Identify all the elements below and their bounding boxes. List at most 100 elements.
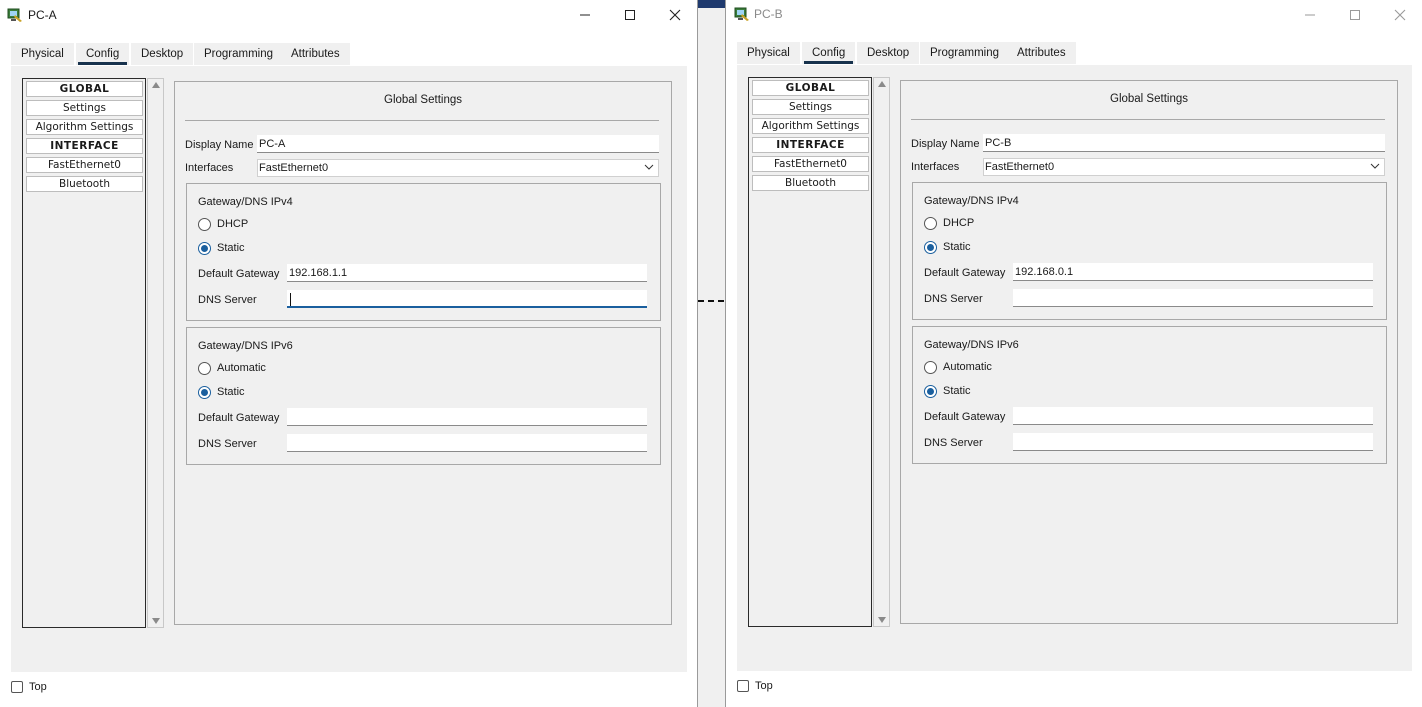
ipv4-static-radio[interactable] [198, 241, 211, 255]
sidebar-item-settings[interactable]: Settings [752, 99, 869, 115]
top-checkbox-row[interactable]: Top [737, 680, 773, 692]
divider [185, 120, 659, 121]
minimize-icon [580, 14, 590, 16]
scroll-up-icon[interactable] [152, 82, 160, 88]
minimize-button[interactable] [562, 0, 608, 30]
packet-tracer-pc-icon [7, 8, 22, 22]
close-button[interactable] [652, 0, 697, 30]
ipv6-static-option[interactable]: Static [924, 383, 971, 399]
divider [911, 119, 1385, 120]
global-settings-panel: Global Settings Display Name PC-B Interf… [900, 80, 1398, 624]
window-title: PC-A [28, 8, 57, 22]
close-button[interactable] [1377, 0, 1422, 30]
packet-tracer-pc-icon [734, 7, 749, 21]
tab-physical[interactable]: Physical [737, 42, 800, 64]
sidebar-item-interface[interactable]: INTERFACE [752, 137, 869, 153]
ipv4-dns-label: DNS Server [924, 293, 983, 305]
ipv4-static-label: Static [943, 241, 971, 253]
top-checkbox-label: Top [755, 680, 773, 692]
sidebar-item-settings[interactable]: Settings [26, 100, 143, 116]
sidebar-item-algorithm-settings[interactable]: Algorithm Settings [26, 119, 143, 135]
dhcp-radio[interactable] [924, 216, 937, 230]
ipv4-static-option[interactable]: Static [924, 239, 971, 255]
sidebar-item-global[interactable]: GLOBAL [26, 81, 143, 97]
ipv4-static-label: Static [217, 242, 245, 254]
chevron-down-icon [1370, 163, 1380, 169]
ipv6-dns-input[interactable] [1013, 433, 1373, 451]
ipv4-gateway-label: Default Gateway [924, 267, 1006, 279]
ipv4-group-title: Gateway/DNS IPv4 [198, 196, 293, 208]
ipv4-dns-input[interactable] [1013, 289, 1373, 307]
tab-desktop[interactable]: Desktop [131, 43, 194, 65]
ipv4-dns-input[interactable] [287, 290, 647, 308]
workspace-backdrop [698, 0, 725, 707]
tab-attributes[interactable]: Attributes [1007, 42, 1076, 64]
dhcp-option[interactable]: DHCP [198, 216, 248, 232]
display-name-label: Display Name [911, 138, 980, 150]
automatic-label: Automatic [217, 362, 266, 374]
ipv6-gateway-input[interactable] [1013, 407, 1373, 425]
pc-a-window: PC-A Physical Config Desktop Programming… [0, 0, 698, 707]
global-settings-panel: Global Settings Display Name PC-A Interf… [174, 81, 672, 625]
ipv4-gateway-input[interactable]: 192.168.1.1 [287, 264, 647, 282]
display-name-input[interactable]: PC-A [257, 135, 659, 153]
workspace-toolbar-strip [698, 0, 725, 8]
minimize-button[interactable] [1287, 0, 1333, 30]
ipv6-static-radio[interactable] [198, 385, 211, 399]
scroll-down-icon[interactable] [878, 617, 886, 623]
automatic-radio[interactable] [198, 361, 211, 375]
tab-desktop[interactable]: Desktop [857, 42, 920, 64]
maximize-button[interactable] [607, 0, 653, 30]
tab-attributes[interactable]: Attributes [281, 43, 350, 65]
close-icon [669, 9, 681, 21]
tab-bar: Physical Config Desktop Programming Attr… [11, 43, 686, 67]
window-title: PC-B [754, 7, 783, 21]
tab-config[interactable]: Config [76, 43, 130, 65]
tab-programming[interactable]: Programming [920, 42, 1010, 64]
title-bar[interactable]: PC-A [0, 0, 697, 30]
scroll-down-icon[interactable] [152, 618, 160, 624]
ipv6-dns-label: DNS Server [924, 437, 983, 449]
sidebar-item-fastethernet0[interactable]: FastEthernet0 [26, 157, 143, 173]
ipv4-static-radio[interactable] [924, 240, 937, 254]
ipv4-static-option[interactable]: Static [198, 240, 245, 256]
scroll-up-icon[interactable] [878, 81, 886, 87]
tab-bar: Physical Config Desktop Programming Attr… [737, 42, 1411, 66]
ipv6-static-option[interactable]: Static [198, 384, 245, 400]
interfaces-select[interactable]: FastEthernet0 [983, 158, 1385, 176]
ipv6-static-radio[interactable] [924, 384, 937, 398]
dhcp-label: DHCP [217, 218, 249, 230]
sidebar-scrollbar[interactable] [147, 78, 164, 628]
automatic-radio[interactable] [924, 360, 937, 374]
interfaces-select[interactable]: FastEthernet0 [257, 159, 659, 177]
ipv6-gateway-input[interactable] [287, 408, 647, 426]
tab-physical[interactable]: Physical [11, 43, 74, 65]
sidebar-item-bluetooth[interactable]: Bluetooth [752, 175, 869, 191]
top-checkbox[interactable] [11, 681, 23, 693]
sidebar-scrollbar[interactable] [873, 77, 890, 627]
ipv6-group-title: Gateway/DNS IPv6 [198, 340, 293, 352]
ipv6-dns-input[interactable] [287, 434, 647, 452]
sidebar-item-global[interactable]: GLOBAL [752, 80, 869, 96]
config-sidebar: GLOBAL Settings Algorithm Settings INTER… [22, 78, 146, 628]
title-bar[interactable]: PC-B [726, 0, 1422, 30]
config-sidebar: GLOBAL Settings Algorithm Settings INTER… [748, 77, 872, 627]
tab-config[interactable]: Config [802, 42, 856, 64]
sidebar-item-fastethernet0[interactable]: FastEthernet0 [752, 156, 869, 172]
display-name-input[interactable]: PC-B [983, 134, 1385, 152]
dhcp-option[interactable]: DHCP [924, 215, 974, 231]
top-checkbox[interactable] [737, 680, 749, 692]
automatic-option[interactable]: Automatic [198, 360, 266, 376]
ipv6-group: Gateway/DNS IPv6 Automatic Static Defaul… [186, 327, 661, 465]
display-name-label: Display Name [185, 139, 254, 151]
top-checkbox-row[interactable]: Top [11, 681, 47, 693]
ipv6-group: Gateway/DNS IPv6 Automatic Static Defaul… [912, 326, 1387, 464]
sidebar-item-bluetooth[interactable]: Bluetooth [26, 176, 143, 192]
maximize-button[interactable] [1332, 0, 1378, 30]
sidebar-item-algorithm-settings[interactable]: Algorithm Settings [752, 118, 869, 134]
tab-programming[interactable]: Programming [194, 43, 284, 65]
dhcp-radio[interactable] [198, 217, 211, 231]
automatic-option[interactable]: Automatic [924, 359, 992, 375]
sidebar-item-interface[interactable]: INTERFACE [26, 138, 143, 154]
ipv4-gateway-input[interactable]: 192.168.0.1 [1013, 263, 1373, 281]
